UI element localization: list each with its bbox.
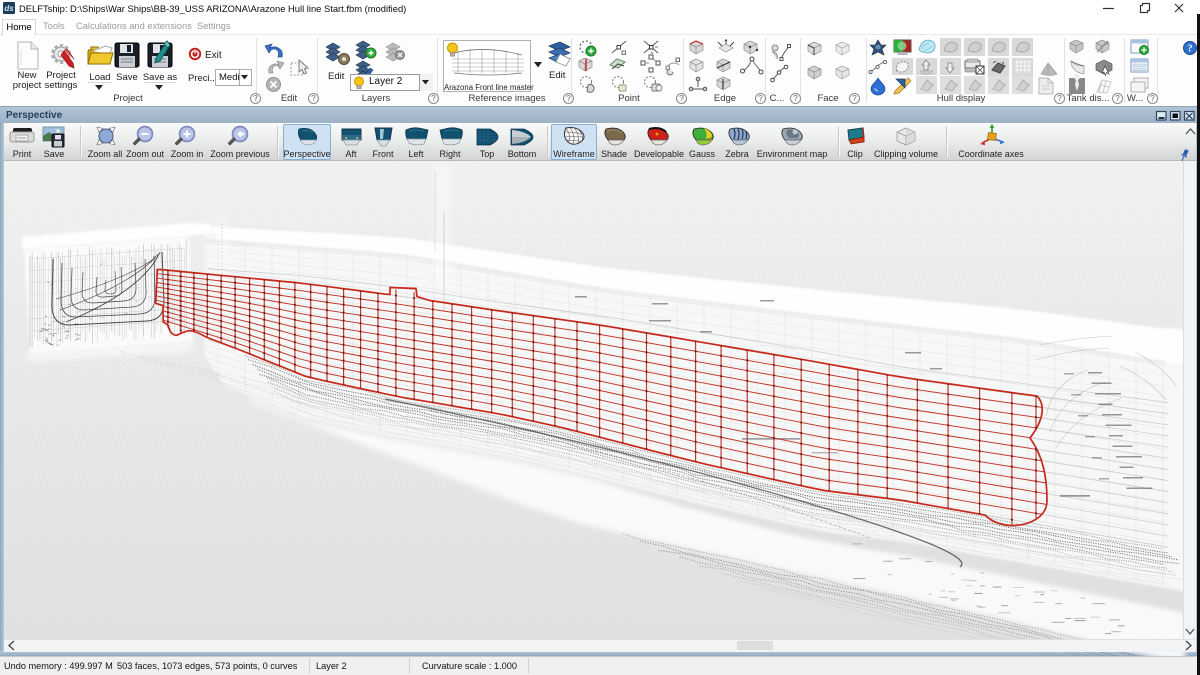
svg-text:ds: ds [4, 4, 14, 13]
svg-text:?: ? [1188, 44, 1193, 55]
